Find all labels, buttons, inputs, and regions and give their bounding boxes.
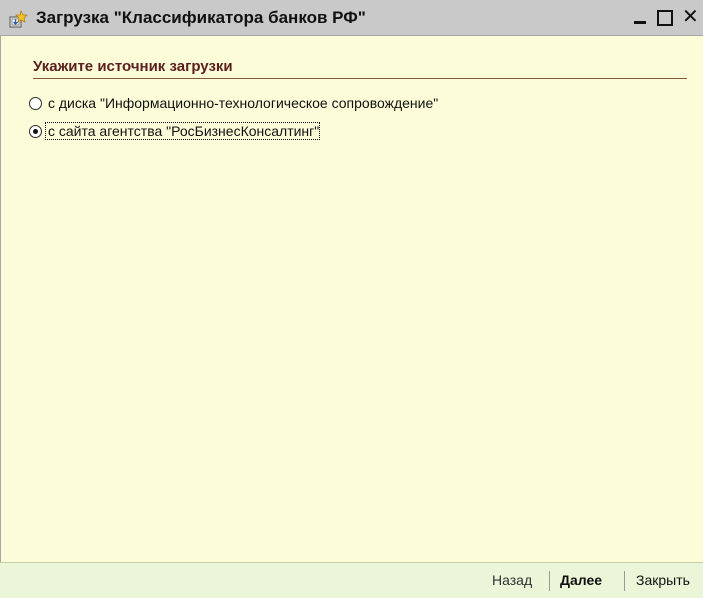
- minimize-button[interactable]: [630, 4, 652, 30]
- title-bar[interactable]: Загрузка "Классификатора банков РФ" ✕: [0, 0, 703, 36]
- source-option-label[interactable]: с диска "Информационно-технологическое с…: [48, 95, 438, 111]
- source-option-label[interactable]: с сайта агентства "РосБизнесКонсалтинг": [44, 122, 321, 140]
- close-button[interactable]: Закрыть: [636, 572, 690, 588]
- download-wizard-icon: [9, 9, 28, 28]
- divider: [549, 571, 550, 591]
- radio-button[interactable]: [29, 96, 42, 110]
- window-title: Загрузка "Классификатора банков РФ": [36, 8, 366, 27]
- window-left-border: [0, 36, 9, 562]
- radio-button-selected[interactable]: [29, 124, 42, 138]
- dialog-window: Загрузка "Классификатора банков РФ" ✕ Ук…: [0, 0, 703, 598]
- close-icon: ✕: [682, 4, 699, 28]
- source-option-website[interactable]: с сайта агентства "РосБизнесКонсалтинг": [29, 121, 321, 141]
- button-bar: Назад Далее Закрыть: [0, 562, 703, 598]
- back-button[interactable]: Назад: [492, 572, 532, 588]
- divider: [624, 571, 625, 591]
- maximize-icon: [657, 10, 673, 26]
- close-window-button[interactable]: ✕: [680, 4, 702, 30]
- section-header: Укажите источник загрузки: [33, 58, 687, 79]
- source-option-disk[interactable]: с диска "Информационно-технологическое с…: [29, 93, 438, 113]
- minimize-icon: [634, 21, 646, 24]
- next-button[interactable]: Далее: [560, 572, 602, 588]
- maximize-button[interactable]: [654, 4, 676, 30]
- section-title: Укажите источник загрузки: [33, 58, 233, 75]
